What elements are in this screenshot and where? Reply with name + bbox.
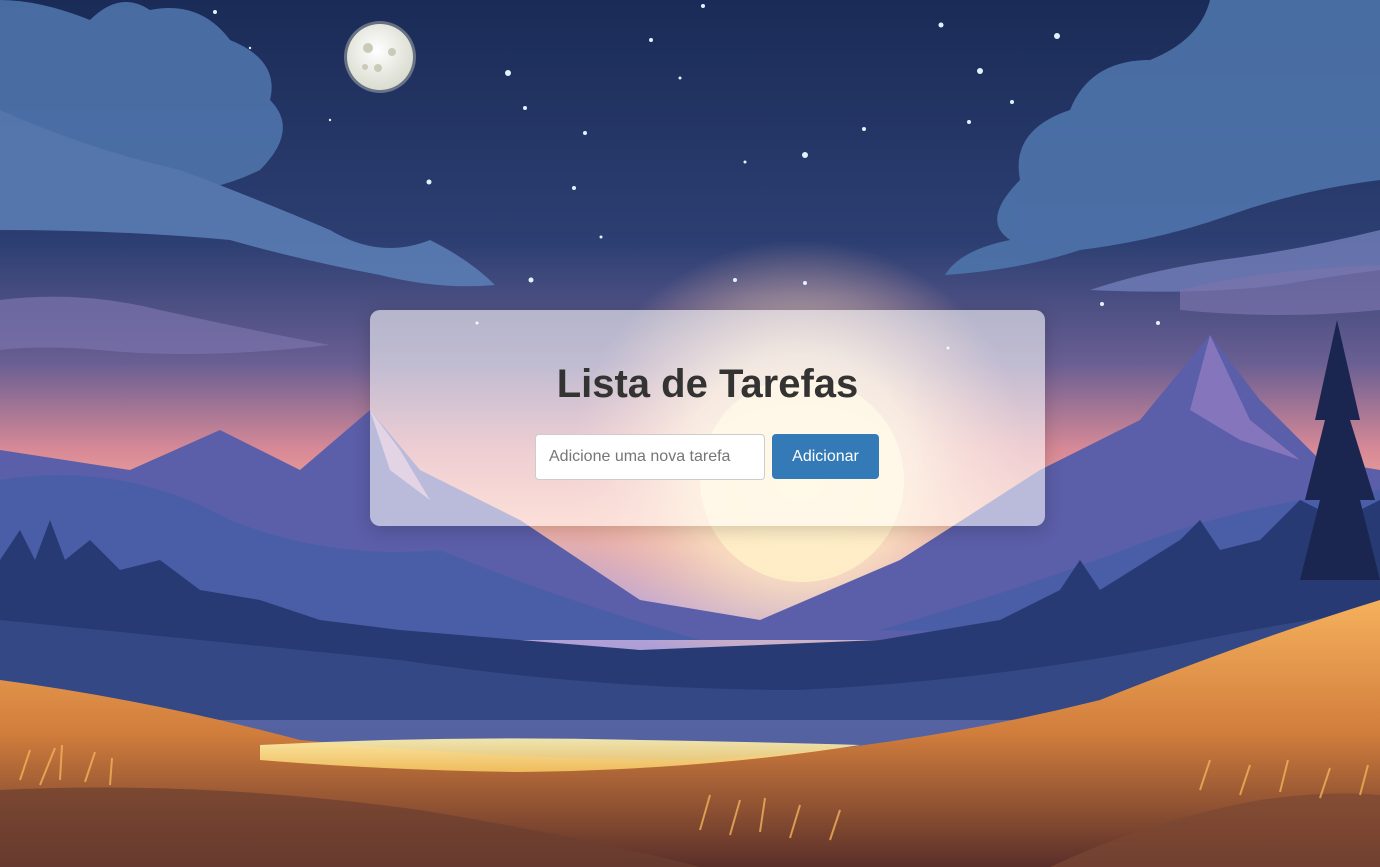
add-task-button[interactable]: Adicionar xyxy=(772,434,879,479)
page-title: Lista de Tarefas xyxy=(556,362,859,406)
todo-card: Lista de Tarefas Adicionar xyxy=(370,310,1045,526)
task-input[interactable] xyxy=(535,434,765,480)
add-task-form: Adicionar xyxy=(535,434,879,480)
moon-icon xyxy=(344,21,416,93)
